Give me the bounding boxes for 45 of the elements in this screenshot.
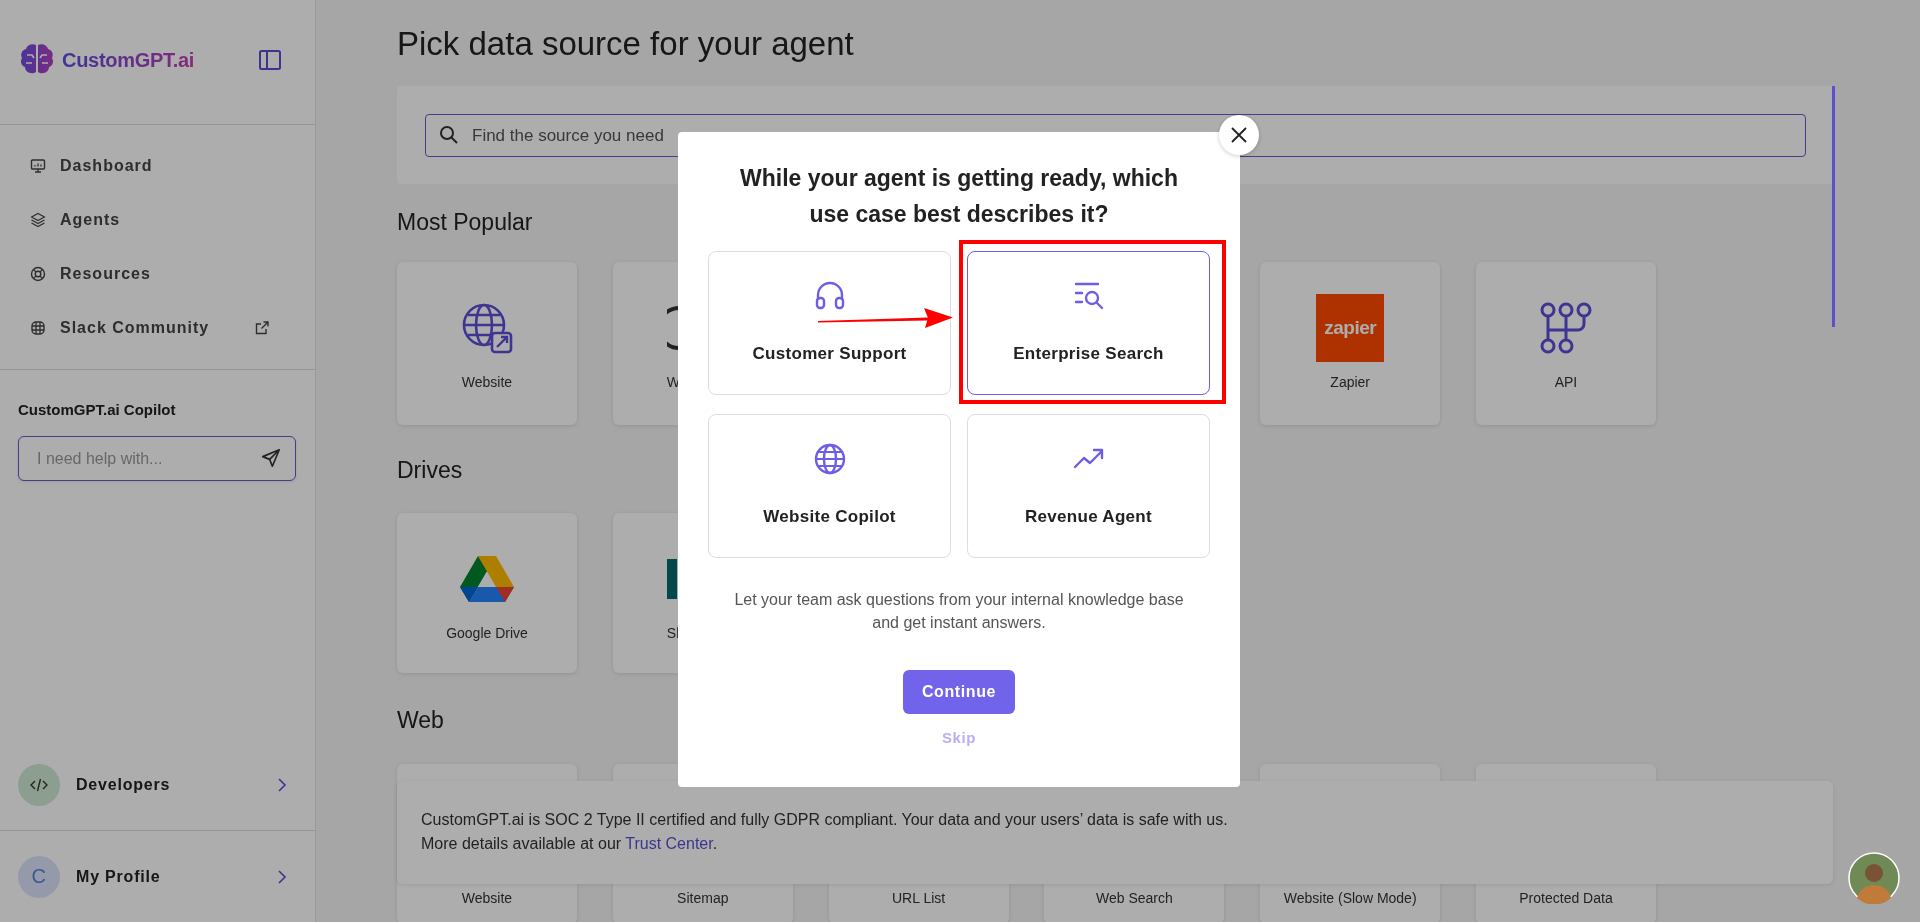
triangle-logo-icon: [459, 554, 515, 604]
logo-icon: [666, 559, 677, 599]
section-heading: Web: [397, 706, 444, 735]
nav-item[interactable]: Agents: [0, 193, 315, 247]
page-title: Pick data source for your agent: [397, 24, 854, 64]
trust-center-link[interactable]: Trust Center: [625, 835, 713, 852]
dialog-heading: While your agent is getting ready, which use case best describes it?: [739, 164, 1179, 229]
chat-avatar[interactable]: [1848, 852, 1900, 904]
scrollbar-thumb[interactable]: [1832, 86, 1835, 327]
chevron-right-icon: [277, 777, 287, 793]
external-link-icon: [254, 320, 270, 336]
nav-item[interactable]: Resources: [0, 247, 315, 301]
use-case-option[interactable]: Website Copilot: [708, 414, 951, 558]
send-icon: [260, 447, 282, 469]
use-case-description: Let your team ask questions from your internal knowledge base and get instant answers.: [733, 590, 1185, 633]
use-case-option[interactable]: Enterprise Search: [967, 251, 1210, 395]
continue-button[interactable]: Continue: [903, 670, 1015, 714]
nav-item[interactable]: Slack Community: [0, 301, 315, 355]
section-heading: Drives: [397, 456, 463, 485]
search-icon: [439, 125, 459, 145]
developers-link[interactable]: Developers: [76, 776, 171, 794]
notice-text: CustomGPT.ai is SOC 2 Type II certified and fully GDPR compliant. Your data and your users’ data is safe with us.: [421, 810, 1229, 830]
nodes-icon: [1538, 300, 1594, 356]
monitor-icon: [30, 158, 46, 174]
source-card[interactable]: zapier Zapier: [1260, 262, 1441, 425]
section-heading: Most Popular: [397, 208, 533, 237]
copilot-title: CustomGPT.ai Copilot: [18, 400, 176, 420]
hash-icon: [30, 320, 46, 336]
copilot-input[interactable]: I need help with...: [18, 436, 296, 481]
profile-link[interactable]: My Profile: [76, 867, 161, 886]
source-card[interactable]: Google Drive: [397, 513, 577, 673]
sidebar-toggle-icon: [258, 48, 282, 72]
chevron-right-icon: [277, 868, 287, 885]
close-icon: [1230, 126, 1248, 144]
use-case-option[interactable]: Revenue Agent: [967, 414, 1210, 558]
lifebuoy-icon: [30, 266, 46, 282]
use-case-option[interactable]: Customer Support: [708, 251, 951, 395]
profile-avatar: C: [18, 855, 60, 898]
nav-item[interactable]: Dashboard: [0, 139, 315, 193]
notice-text: More details available at our Trust Center.: [421, 834, 719, 854]
circle-logo-icon: [666, 306, 681, 350]
layers-icon: [30, 212, 46, 228]
source-card[interactable]: API: [1476, 262, 1656, 425]
zapier-logo: zapier: [1316, 294, 1385, 362]
source-card[interactable]: Website: [397, 262, 577, 425]
